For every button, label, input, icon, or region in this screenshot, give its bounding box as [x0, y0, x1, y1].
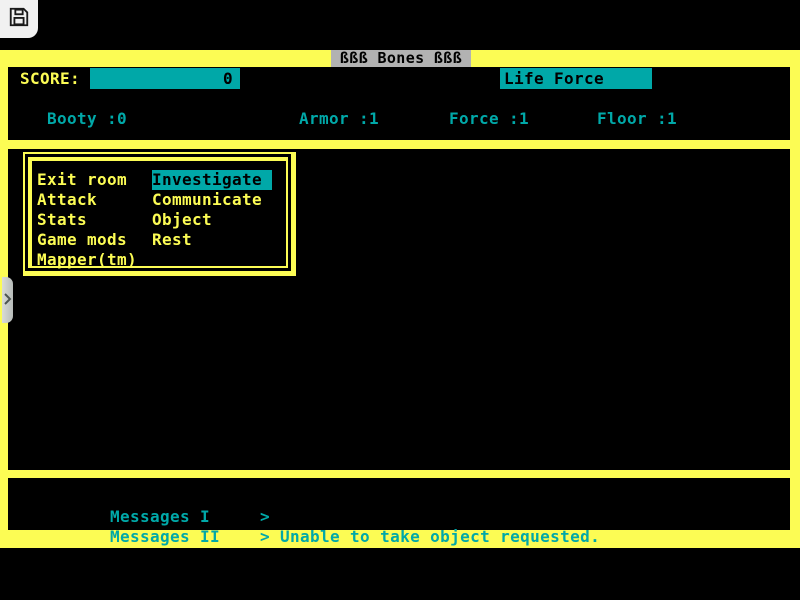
menu-item-stats[interactable]: Stats	[37, 210, 137, 230]
menu-column-left: Exit room Attack Stats Game mods Mapper(…	[37, 170, 137, 270]
stat-force: Force :1	[449, 109, 529, 129]
score-label: SCORE:	[20, 68, 80, 89]
life-force-badge: Life Force :100	[500, 68, 652, 89]
menu-item-mapper[interactable]: Mapper(tm)	[37, 250, 137, 270]
messages-line-1: Messages I>	[30, 487, 270, 507]
messages-2-text: > Unable to take object requested.	[260, 527, 600, 546]
messages-line-2: Messages II> Unable to take object reque…	[30, 507, 600, 527]
app-window: ßßß Bones ßßß SCORE: 0 Life Force :100 B…	[0, 0, 800, 600]
menu-item-exit-room[interactable]: Exit room	[37, 170, 137, 190]
command-menu: Exit room Attack Stats Game mods Mapper(…	[23, 152, 296, 276]
menu-item-rest[interactable]: Rest	[152, 230, 272, 250]
menu-item-object[interactable]: Object	[152, 210, 272, 230]
messages-panel: Messages I> Messages II> Unable to take …	[8, 478, 790, 530]
menu-item-investigate[interactable]: Investigate	[152, 170, 272, 190]
main-panel: Exit room Attack Stats Game mods Mapper(…	[8, 149, 790, 470]
selected-menu-item: Investigate	[152, 170, 272, 190]
game-screen: ßßß Bones ßßß SCORE: 0 Life Force :100 B…	[0, 50, 800, 548]
menu-item-game-mods[interactable]: Game mods	[37, 230, 137, 250]
stat-armor: Armor :1	[299, 109, 379, 129]
save-button[interactable]	[0, 0, 38, 38]
sidebar-expand-tab[interactable]	[2, 277, 13, 323]
stat-floor: Floor :1	[597, 109, 677, 129]
messages-2-label: Messages II	[110, 527, 260, 547]
menu-column-right: Investigate Communicate Object Rest	[152, 170, 272, 250]
chevron-right-icon	[3, 291, 12, 310]
status-panel: SCORE: 0 Life Force :100 Booty :0 Armor …	[8, 67, 790, 140]
floppy-disk-icon	[8, 6, 30, 32]
menu-item-communicate[interactable]: Communicate	[152, 190, 272, 210]
menu-item-attack[interactable]: Attack	[37, 190, 137, 210]
game-title: ßßß Bones ßßß	[331, 50, 471, 67]
stat-booty: Booty :0	[47, 109, 127, 129]
score-bar: 0	[90, 68, 240, 89]
command-menu-inner: Exit room Attack Stats Game mods Mapper(…	[28, 157, 288, 268]
score-value: 0	[223, 69, 233, 88]
